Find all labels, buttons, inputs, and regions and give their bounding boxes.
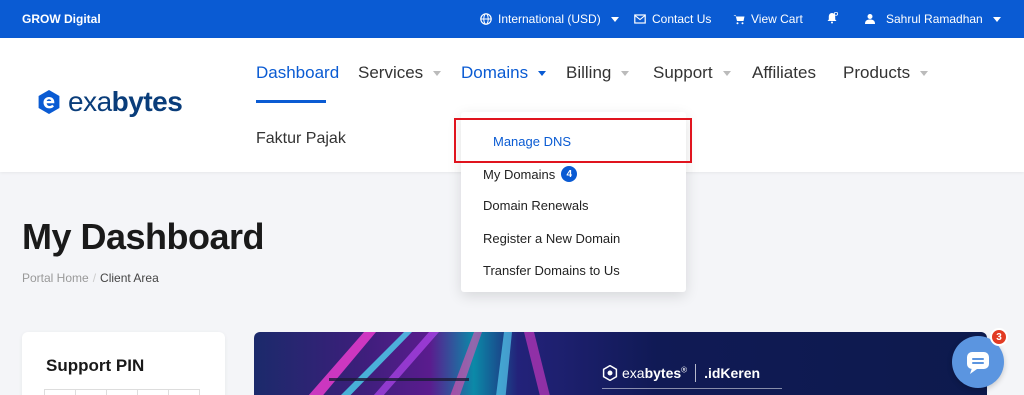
chevron-down-icon <box>433 70 442 76</box>
menu-item-my-domains[interactable]: My Domains 4 <box>483 166 578 182</box>
breadcrumb-separator: / <box>92 271 97 285</box>
nav-affiliates-label: Affiliates <box>752 63 816 82</box>
bell-icon <box>827 12 838 24</box>
chevron-down-icon <box>610 16 619 22</box>
user-icon <box>865 14 875 24</box>
menu-item-my-domains-label: My Domains <box>483 166 556 182</box>
breadcrumb-home[interactable]: Portal Home <box>22 271 89 285</box>
nav-dashboard[interactable]: Dashboard <box>256 63 339 83</box>
banner-exabytes: exabytes® <box>622 365 687 381</box>
nav-active-underline <box>256 100 326 103</box>
nav-faktur-pajak[interactable]: Faktur Pajak <box>256 130 346 148</box>
cart-icon <box>733 15 745 25</box>
currency-selector[interactable]: International (USD) <box>480 12 619 26</box>
chat-unread-badge: 3 <box>990 328 1008 346</box>
banner-exabytes-prefix: exa <box>622 365 645 381</box>
exabytes-logo[interactable]: exabytes <box>36 86 183 118</box>
menu-item-transfer-domains-label: Transfer Domains to Us <box>483 263 620 278</box>
annotation-highlight-box <box>454 118 692 163</box>
chevron-down-icon <box>920 70 929 76</box>
chevron-down-icon <box>621 70 630 76</box>
support-pin-title: Support PIN <box>46 356 145 375</box>
menu-item-domain-renewals[interactable]: Domain Renewals <box>483 198 589 213</box>
exabytes-logo-icon <box>38 90 60 114</box>
logo-prefix: exa <box>68 86 112 117</box>
user-menu[interactable]: Sahrul Ramadhan <box>864 12 1001 26</box>
nav-domains[interactable]: Domains <box>461 63 547 83</box>
nav-support-label: Support <box>653 63 713 82</box>
chevron-down-icon <box>538 70 547 76</box>
banner-idkeren: .idKeren <box>704 365 761 381</box>
pin-digit-box <box>168 389 200 395</box>
banner-brand-lockup: exabytes® .idKeren <box>602 364 760 382</box>
notifications-button[interactable] <box>826 12 838 24</box>
nav-dashboard-label: Dashboard <box>256 63 340 82</box>
nav-services-label: Services <box>358 63 424 82</box>
pin-digit-box <box>137 389 169 395</box>
logo-bold: bytes <box>111 86 183 117</box>
exabytes-logo-icon <box>602 365 618 381</box>
support-pin-card: Support PIN <box>22 332 225 395</box>
menu-item-domain-renewals-label: Domain Renewals <box>483 198 589 213</box>
envelope-icon <box>634 14 646 24</box>
domain-count-badge: 4 <box>561 166 578 182</box>
menu-item-register-domain[interactable]: Register a New Domain <box>483 231 620 246</box>
chevron-down-icon <box>992 16 1001 22</box>
pin-digit-box <box>106 389 138 395</box>
banner-divider <box>695 364 697 382</box>
breadcrumb-current: Client Area <box>100 271 159 285</box>
contact-us-link[interactable]: Contact Us <box>634 12 711 26</box>
nav-faktur-label: Faktur Pajak <box>256 130 346 147</box>
grow-digital-link[interactable]: GROW Digital <box>22 12 101 26</box>
contact-us-label: Contact Us <box>652 12 712 26</box>
menu-item-transfer-domains[interactable]: Transfer Domains to Us <box>483 263 620 278</box>
nav-billing-label: Billing <box>566 63 612 82</box>
banner-underline <box>602 388 782 389</box>
user-name: Sahrul Ramadhan <box>886 12 983 26</box>
menu-item-register-domain-label: Register a New Domain <box>483 231 621 246</box>
promo-banner[interactable]: exabytes® .idKeren <box>254 332 987 395</box>
banner-exabytes-bold: bytes <box>644 365 682 381</box>
support-pin-boxes <box>44 389 200 395</box>
nav-affiliates[interactable]: Affiliates <box>752 63 816 83</box>
globe-icon <box>480 13 492 25</box>
nav-products[interactable]: Products <box>843 63 929 83</box>
pin-digit-box <box>75 389 107 395</box>
view-cart-link[interactable]: View Cart <box>733 12 803 26</box>
currency-label: International (USD) <box>498 12 601 26</box>
nav-domains-label: Domains <box>461 63 529 82</box>
nav-products-label: Products <box>843 63 911 82</box>
nav-billing[interactable]: Billing <box>566 63 630 83</box>
view-cart-label: View Cart <box>751 12 803 26</box>
nav-support[interactable]: Support <box>653 63 731 83</box>
nav-services[interactable]: Services <box>358 63 442 83</box>
breadcrumb: Portal Home / Client Area <box>22 271 159 285</box>
logo-wordmark: exabytes <box>68 86 183 118</box>
page-title: My Dashboard <box>22 216 265 257</box>
banner-registered-mark: ® <box>681 365 688 375</box>
top-bar: GROW Digital International (USD) Contact… <box>0 0 1024 38</box>
pin-digit-box <box>44 389 76 395</box>
chevron-down-icon <box>722 70 731 76</box>
